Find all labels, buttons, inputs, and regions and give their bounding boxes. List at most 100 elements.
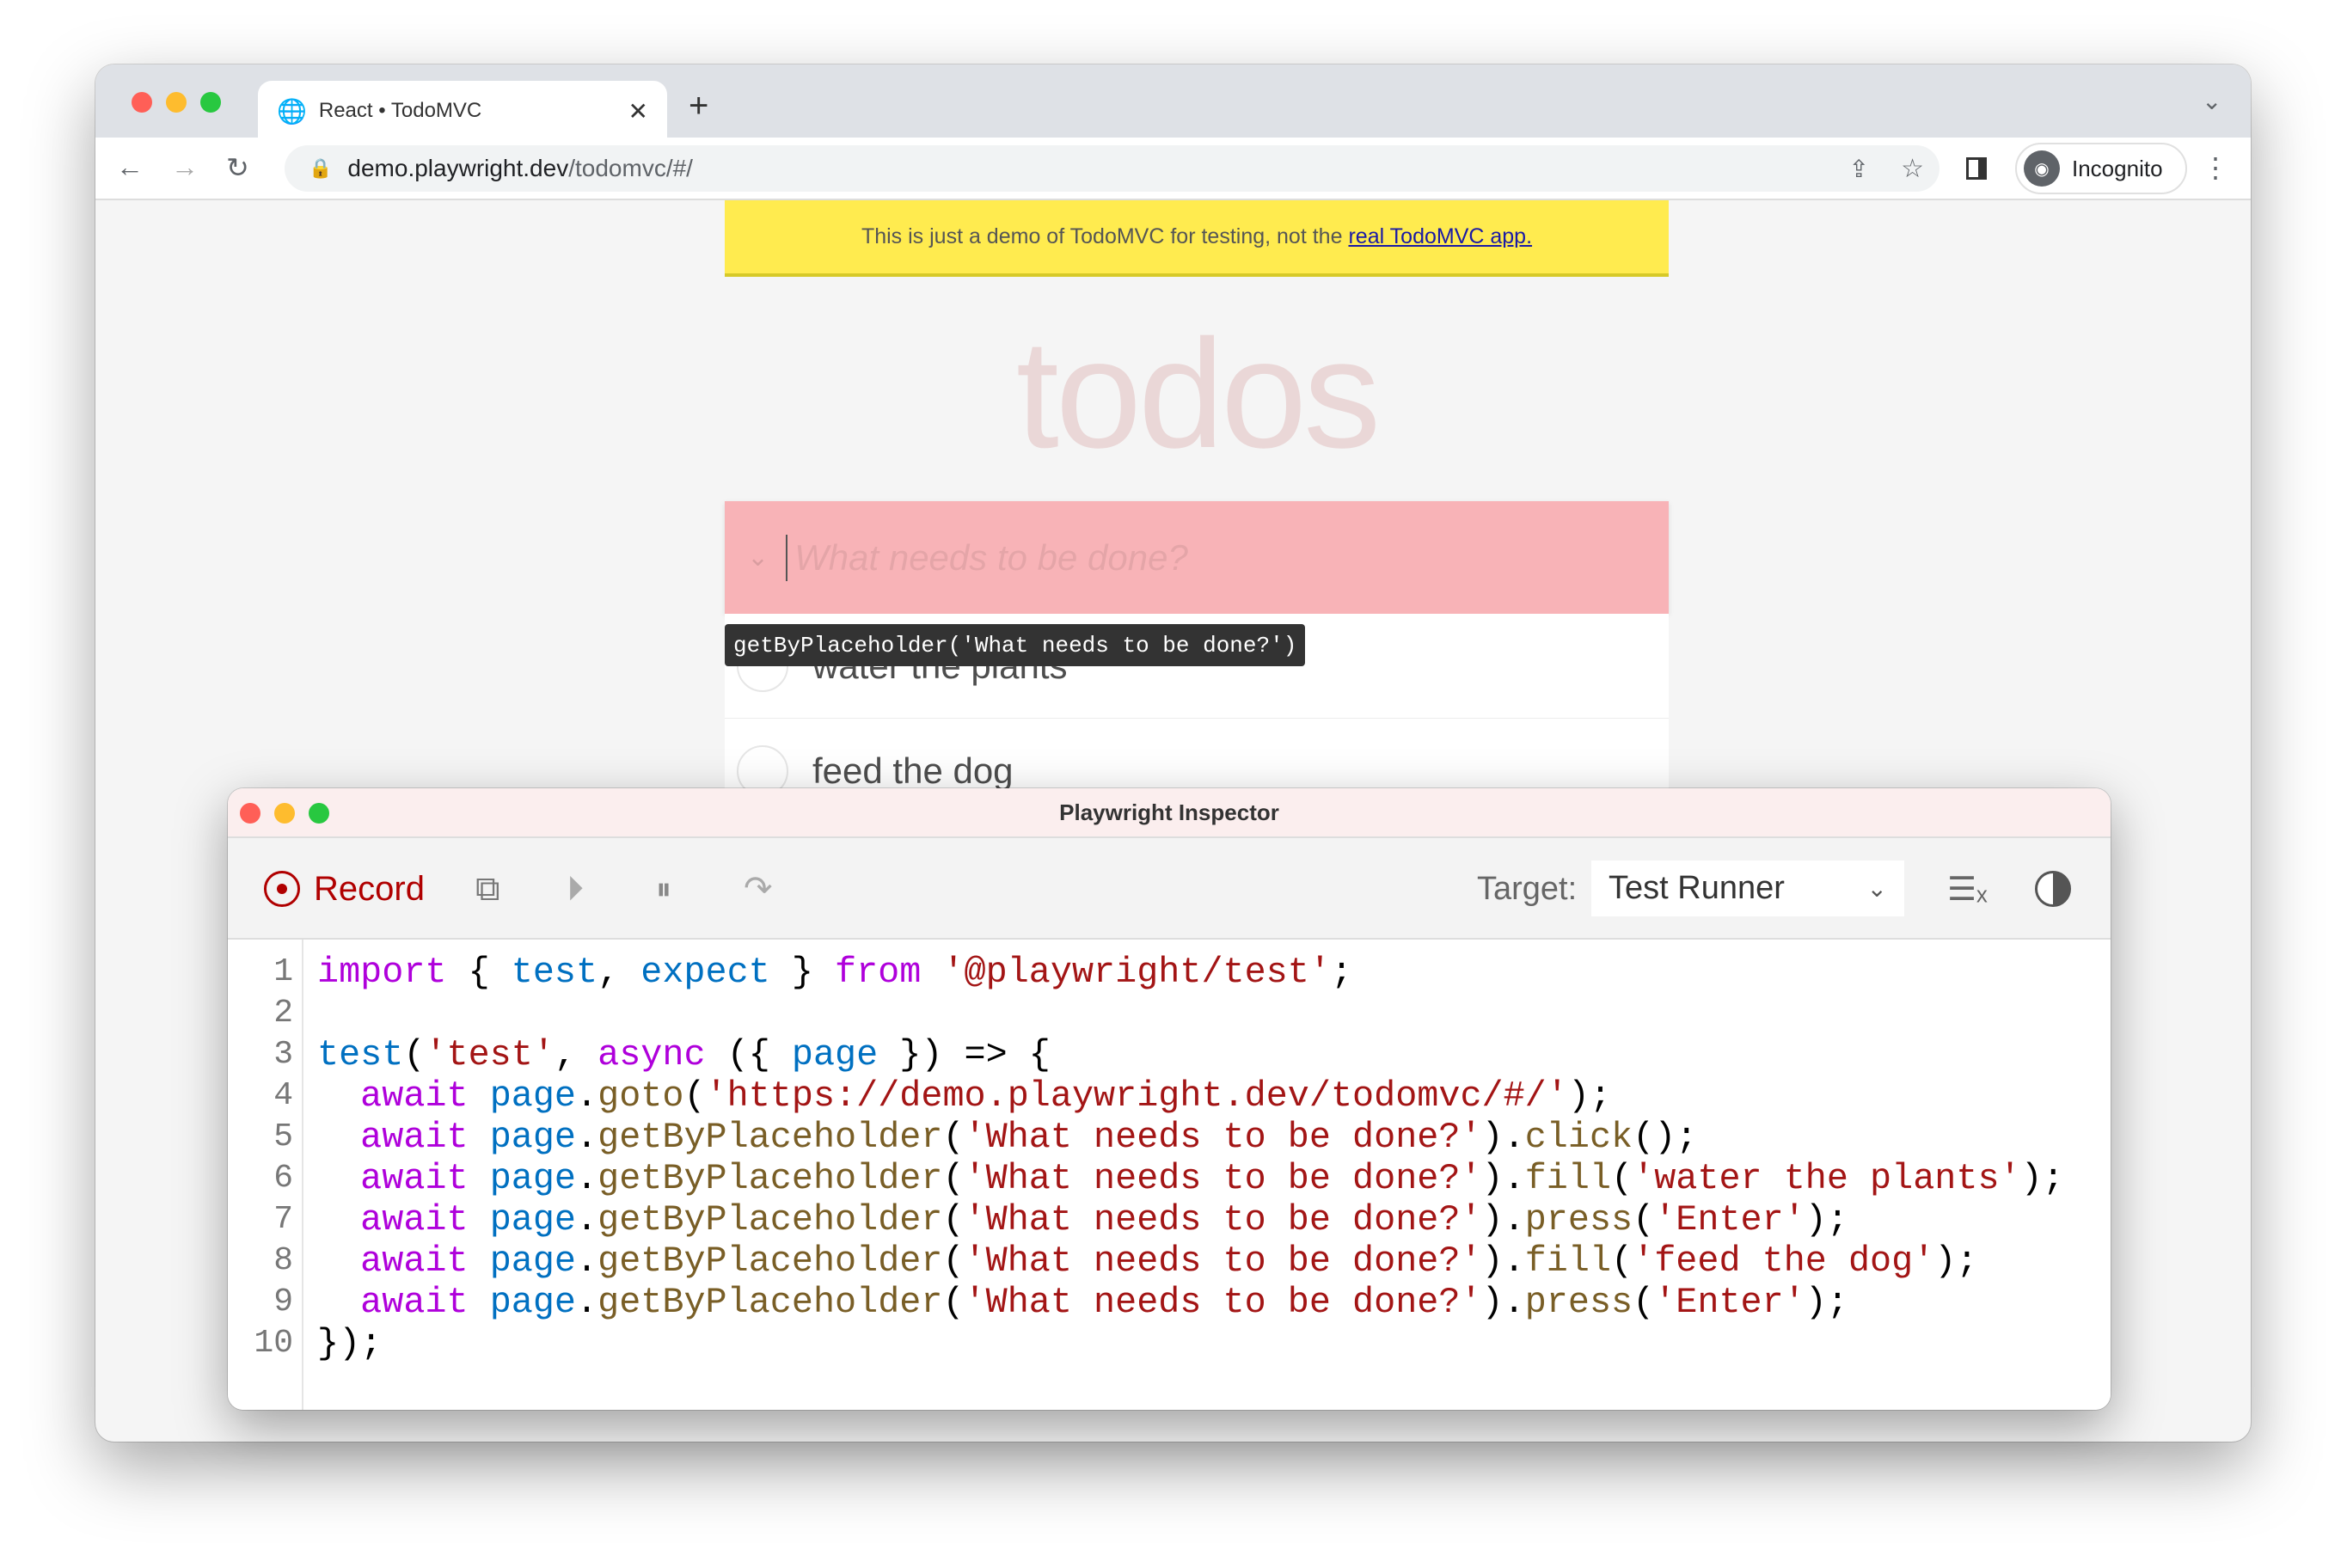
incognito-icon: ◉: [2024, 150, 2060, 187]
code-punctuation: [317, 1158, 360, 1199]
code-editor[interactable]: 1 2 3 4 5 6 7 8 9 10 import { test, expect } from…: [228, 940, 2111, 1410]
line-number: 2: [273, 995, 293, 1032]
code-method: click: [1524, 1117, 1633, 1158]
minimize-window-button[interactable]: [274, 803, 295, 824]
code-string: 'What needs to be done?': [964, 1158, 1482, 1199]
step-over-icon[interactable]: ↷: [744, 838, 773, 940]
code-punctuation: ;: [1330, 952, 1353, 993]
code-punctuation: (: [403, 1034, 426, 1075]
code-punctuation: (: [942, 1158, 965, 1199]
code-punctuation: (: [942, 1240, 965, 1282]
code-punctuation: (: [1633, 1282, 1655, 1323]
line-number-gutter: 1 2 3 4 5 6 7 8 9 10: [228, 940, 303, 1410]
inspector-title: Playwright Inspector: [1059, 799, 1279, 825]
text-caret: [786, 534, 788, 581]
code-punctuation: ).: [1481, 1199, 1525, 1240]
code-punctuation: );: [1934, 1240, 1978, 1282]
code-keyword: from: [835, 952, 922, 993]
reload-icon[interactable]: ↻: [226, 151, 249, 184]
code-string: 'https://demo.playwright.dev/todomvc/#/': [705, 1075, 1568, 1117]
code-punctuation: (: [1611, 1240, 1633, 1282]
record-icon: [264, 871, 300, 907]
code-method: goto: [597, 1075, 684, 1117]
code-punctuation: [317, 1075, 360, 1117]
url-host: demo.playwright.dev: [347, 155, 569, 181]
code-punctuation: .: [576, 1075, 598, 1117]
lock-icon: 🔒: [309, 157, 333, 179]
code-method: getByPlaceholder: [597, 1117, 943, 1158]
line-number: 5: [273, 1118, 293, 1155]
line-number: 7: [273, 1201, 293, 1238]
close-tab-icon[interactable]: ✕: [628, 97, 648, 126]
code-punctuation: .: [576, 1158, 598, 1199]
address-toolbar: ← → ↻ 🔒 demo.playwright.dev/todomvc/#/ ⇪…: [95, 138, 2251, 200]
code-string: 'test': [425, 1034, 555, 1075]
code-identifier: page: [489, 1158, 577, 1199]
maximize-window-button[interactable]: [309, 803, 329, 824]
banner-text: This is just a demo of TodoMVC for testi…: [861, 224, 1343, 248]
code-string: 'Enter': [1654, 1199, 1805, 1240]
code-punctuation: [469, 1199, 490, 1240]
forward-icon[interactable]: →: [171, 151, 199, 183]
target-select[interactable]: Test Runner ⌄: [1591, 861, 1904, 916]
close-window-button[interactable]: [240, 803, 260, 824]
target-value: Test Runner: [1609, 870, 1785, 906]
menu-kebab-icon[interactable]: ⋮: [2202, 151, 2229, 184]
back-icon[interactable]: ←: [116, 151, 144, 183]
code-punctuation: });: [317, 1323, 383, 1364]
code-punctuation: ).: [1481, 1240, 1525, 1282]
page-heading: todos: [1015, 308, 1381, 481]
side-panel-icon[interactable]: [1966, 157, 1987, 180]
code-punctuation: (: [683, 1075, 706, 1117]
inspector-toolbar: Record ⧉ ⏵ ⏸ ↷ Target: Test Runner ⌄ ☰ₓ: [228, 838, 2111, 940]
record-button[interactable]: Record: [264, 838, 425, 940]
code-punctuation: [469, 1075, 490, 1117]
code-punctuation: [317, 1240, 360, 1282]
clear-icon[interactable]: ☰ₓ: [1947, 838, 1988, 940]
code-method: press: [1524, 1199, 1633, 1240]
browser-tab[interactable]: 🌐 React • TodoMVC ✕: [258, 81, 667, 141]
resume-icon[interactable]: ⏵: [567, 838, 584, 940]
close-window-button[interactable]: [132, 92, 152, 113]
code-string: 'water the plants': [1633, 1158, 2021, 1199]
code-string: 'What needs to be done?': [964, 1240, 1482, 1282]
new-todo-input[interactable]: ⌄ What needs to be done?: [725, 501, 1669, 614]
real-todomvc-link[interactable]: real TodoMVC app.: [1348, 224, 1532, 249]
line-number: 9: [273, 1283, 293, 1320]
code-punctuation: .: [576, 1240, 598, 1282]
toggle-all-chevron-icon[interactable]: ⌄: [747, 542, 769, 573]
copy-icon[interactable]: ⧉: [475, 838, 500, 940]
code-punctuation: (: [942, 1282, 965, 1323]
code-punctuation: );: [1805, 1282, 1848, 1323]
tab-list-chevron-icon[interactable]: ⌄: [2202, 87, 2221, 115]
code-punctuation: (: [942, 1199, 965, 1240]
code-identifier: test: [317, 1034, 404, 1075]
profile-button[interactable]: ◉ Incognito: [2015, 143, 2187, 194]
maximize-window-button[interactable]: [200, 92, 221, 113]
code-punctuation: (: [1633, 1199, 1655, 1240]
code-punctuation: ).: [1481, 1282, 1525, 1323]
line-number: 6: [273, 1160, 293, 1197]
code-keyword: await: [360, 1282, 469, 1323]
code-identifier: page: [489, 1199, 577, 1240]
code-string: 'What needs to be done?': [964, 1117, 1482, 1158]
code-punctuation: ,: [554, 1034, 598, 1075]
code-string: 'What needs to be done?': [964, 1282, 1482, 1323]
line-number: 3: [273, 1036, 293, 1073]
code-identifier: page: [489, 1282, 577, 1323]
code-line: import { test, expect } from '@playwrigh…: [317, 952, 1352, 993]
new-tab-icon[interactable]: +: [689, 87, 708, 126]
share-icon[interactable]: ⇪: [1849, 155, 1869, 183]
code-string: 'Enter': [1654, 1282, 1805, 1323]
theme-toggle-icon[interactable]: [2035, 838, 2071, 940]
url-bar[interactable]: 🔒 demo.playwright.dev/todomvc/#/ ⇪ ☆: [285, 145, 1939, 192]
minimize-window-button[interactable]: [166, 92, 187, 113]
code-punctuation: ).: [1481, 1158, 1525, 1199]
bookmark-star-icon[interactable]: ☆: [1901, 154, 1924, 184]
code-punctuation: [469, 1158, 490, 1199]
pause-icon[interactable]: ⏸: [656, 838, 671, 940]
line-number: 4: [273, 1077, 293, 1114]
code-line: await page.getByPlaceholder('What needs …: [317, 1117, 1697, 1158]
code-punctuation: (: [942, 1117, 965, 1158]
code-identifier: page: [489, 1075, 577, 1117]
